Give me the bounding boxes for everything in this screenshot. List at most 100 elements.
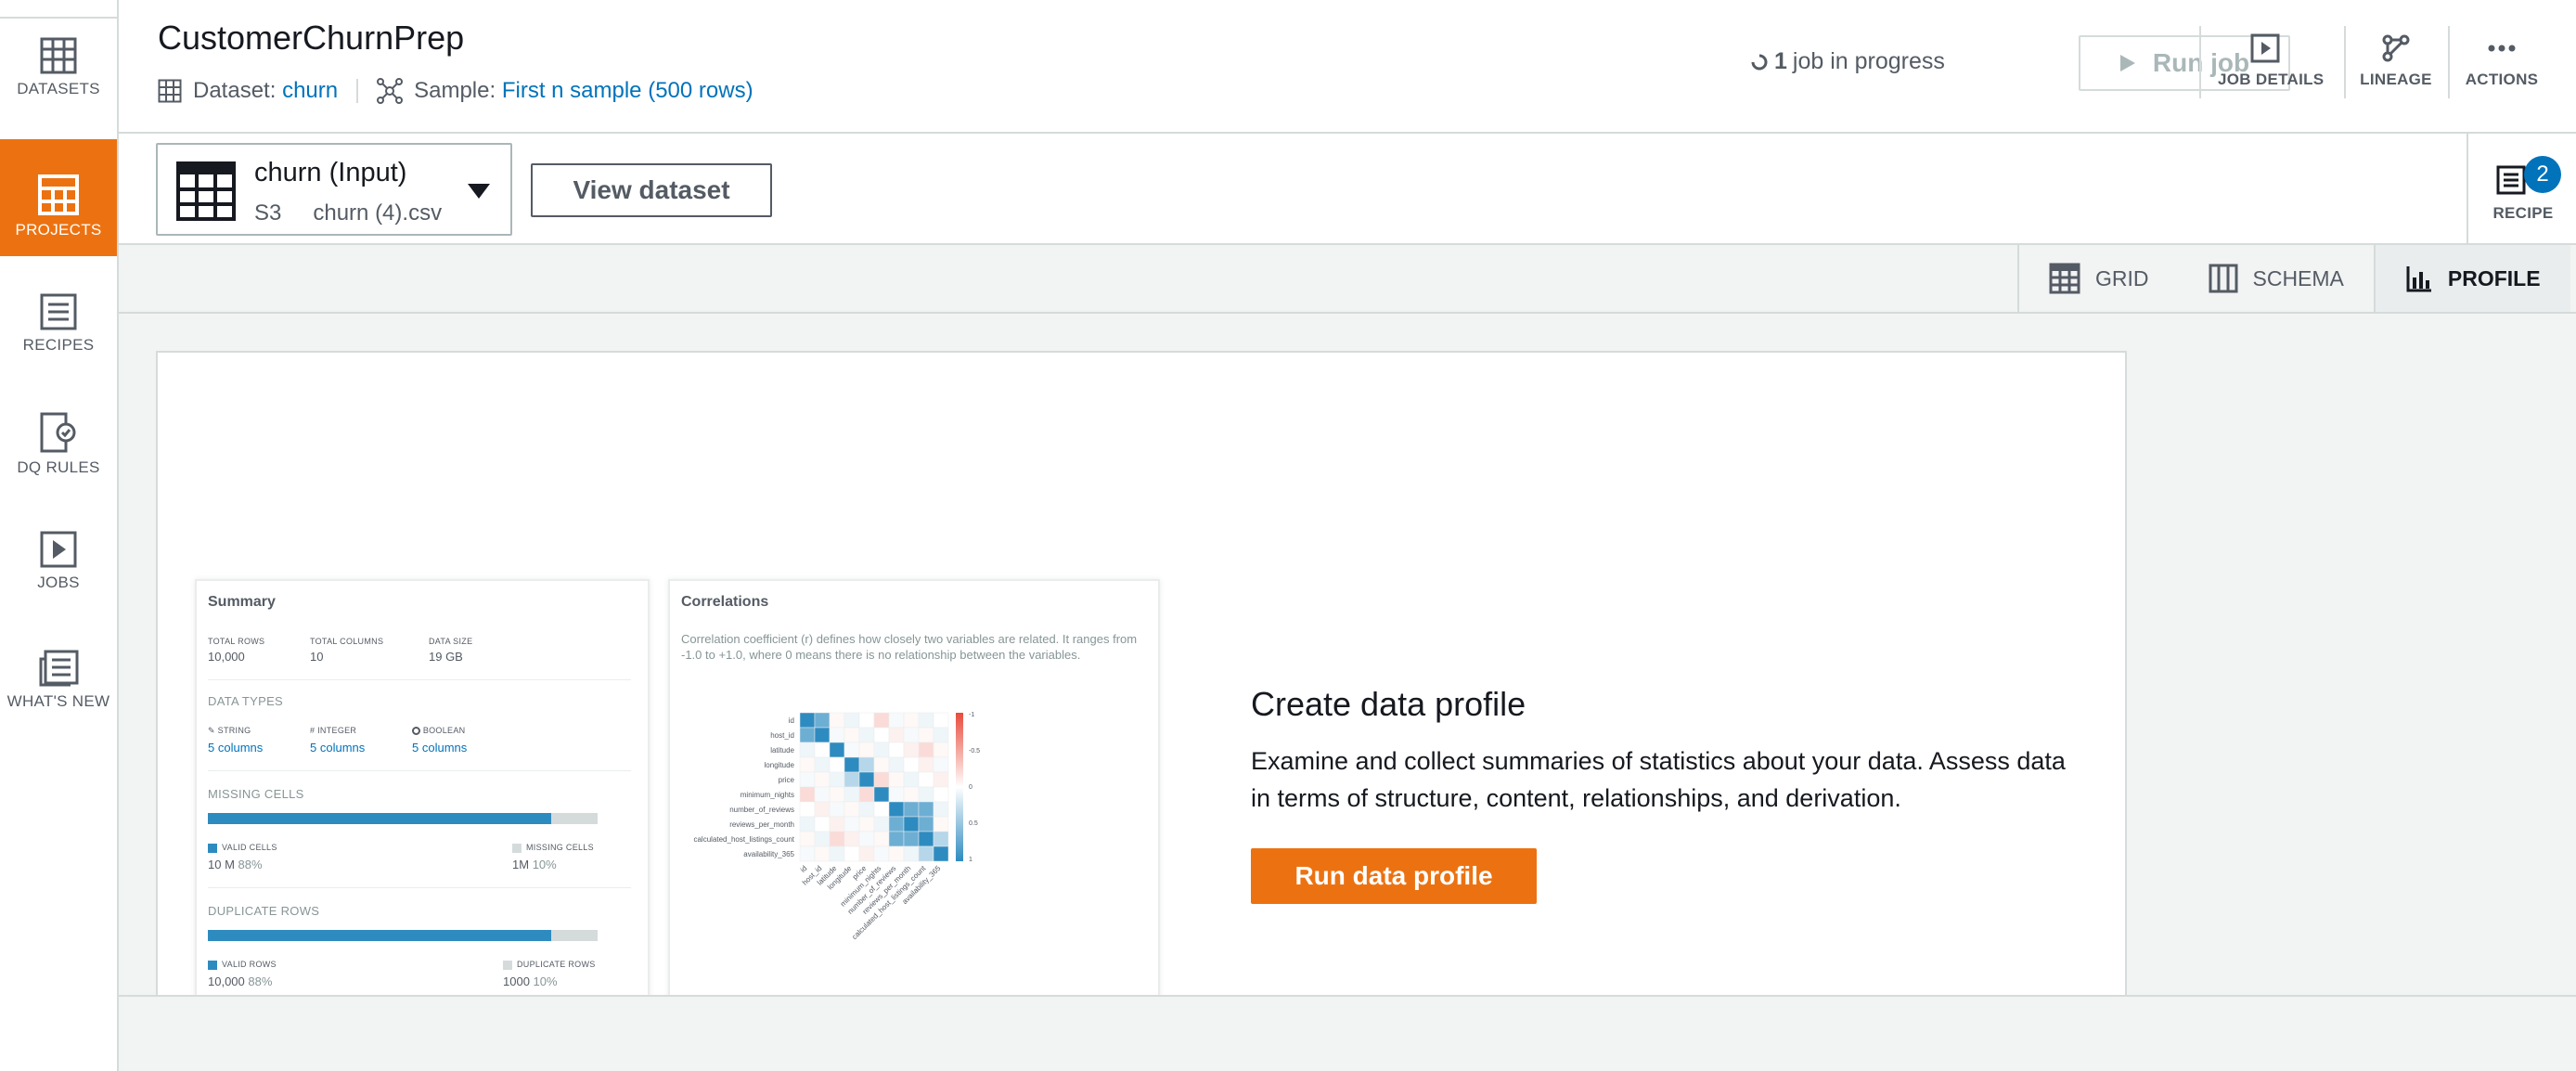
data-types-label: DATA TYPES xyxy=(208,694,284,708)
heatmap-cell xyxy=(799,771,816,788)
heatmap-cell xyxy=(829,816,845,832)
total-rows-value: 10,000 xyxy=(208,650,245,664)
heatmap-scale-label: 1 xyxy=(969,857,972,863)
nav-item-projects[interactable]: PROJECTS xyxy=(0,139,117,256)
heatmap-row-label: host_id xyxy=(770,731,794,740)
nav-label: PROJECTS xyxy=(15,221,102,239)
job-details-button[interactable]: JOB DETAILS xyxy=(2218,33,2324,89)
heatmap-row-label: price xyxy=(779,776,795,784)
heatmap-cell xyxy=(799,816,816,832)
heatmap-cell xyxy=(918,771,934,788)
dataset-name: churn (Input) xyxy=(254,158,407,187)
project-header: CustomerChurnPrep Dataset: churn Sample:… xyxy=(119,0,2576,134)
heatmap-cell xyxy=(933,801,949,818)
recipe-label: RECIPE xyxy=(2492,204,2554,222)
side-nav-top xyxy=(0,0,117,19)
data-size-label: DATA SIZE xyxy=(429,637,473,646)
heatmap-cell xyxy=(873,712,890,729)
tab-grid[interactable]: GRID xyxy=(2019,245,2179,312)
heatmap-cell xyxy=(933,712,949,729)
dataset-label: Dataset: xyxy=(193,78,277,103)
valid-rows-value: 10,000 88% xyxy=(208,974,273,988)
job-progress-indicator[interactable]: 1 job in progress xyxy=(1750,48,1945,75)
caret-down-icon xyxy=(468,184,490,199)
create-profile-title: Create data profile xyxy=(1251,685,1526,723)
nav-item-whats-new[interactable]: WHAT'S NEW xyxy=(0,650,117,767)
header-divider xyxy=(2448,26,2450,98)
news-icon xyxy=(39,650,79,687)
dataset-toolbar: churn (Input) S3 churn (4).csv View datas… xyxy=(119,134,2576,245)
heatmap-cell xyxy=(858,742,875,758)
dataset-link[interactable]: churn xyxy=(282,78,338,104)
nav-item-dq-rules[interactable]: DQ RULES xyxy=(0,412,117,529)
heatmap-scale-label: -0.5 xyxy=(969,748,980,755)
heatmap-cell xyxy=(888,742,905,758)
spinner-icon xyxy=(1751,54,1768,70)
heatmap-cell xyxy=(829,742,845,758)
heatmap-cell xyxy=(873,801,890,818)
tab-label: SCHEMA xyxy=(2252,265,2344,290)
nav-label: DATASETS xyxy=(17,80,100,97)
heatmap-cell xyxy=(829,786,845,803)
heatmap-cell xyxy=(858,771,875,788)
missing-cells-bar xyxy=(208,813,598,824)
tab-schema[interactable]: SCHEMA xyxy=(2179,245,2374,312)
nav-item-datasets[interactable]: DATASETS xyxy=(0,37,117,154)
job-count: 1 xyxy=(1774,48,1787,74)
heatmap-cell xyxy=(888,727,905,743)
view-dataset-button[interactable]: View dataset xyxy=(531,163,772,217)
circle-icon xyxy=(412,727,420,736)
heatmap-cell xyxy=(888,756,905,773)
hash-icon: # xyxy=(310,726,316,735)
boolean-columns-link: 5 columns xyxy=(412,741,468,755)
lineage-label: LINEAGE xyxy=(2360,71,2432,88)
heatmap-cell xyxy=(933,742,949,758)
heatmap-cell xyxy=(903,756,920,773)
heatmap-cell xyxy=(814,816,831,832)
heatmap-cell xyxy=(918,786,934,803)
heatmap-cell xyxy=(844,786,860,803)
string-icon: ✎ xyxy=(208,726,215,735)
heatmap-cell xyxy=(888,801,905,818)
recipe-list-icon xyxy=(40,293,77,330)
heatmap-cell xyxy=(814,756,831,773)
heatmap-cell xyxy=(933,727,949,743)
heatmap-row-label: longitude xyxy=(765,761,795,769)
heatmap-cell xyxy=(918,831,934,847)
tab-label: GRID xyxy=(2095,265,2149,290)
dq-rules-icon xyxy=(40,412,76,453)
sample-link[interactable]: First n sample (500 rows) xyxy=(502,78,753,104)
correlations-preview-card: Correlations Correlation coefficient (r)… xyxy=(668,579,1160,995)
dataset-selector[interactable]: churn (Input) S3 churn (4).csv xyxy=(156,143,512,236)
nav-item-jobs[interactable]: JOBS xyxy=(0,531,117,648)
heatmap-cell xyxy=(933,831,949,847)
heatmap-cell xyxy=(873,756,890,773)
actions-label: ACTIONS xyxy=(2465,71,2539,88)
heatmap-cell xyxy=(799,756,816,773)
heatmap-cell xyxy=(844,742,860,758)
lineage-button[interactable]: LINEAGE xyxy=(2357,33,2435,89)
heatmap-cell xyxy=(829,845,845,862)
nav-item-recipes[interactable]: RECIPES xyxy=(0,293,117,410)
recipe-count-badge: 2 xyxy=(2524,156,2561,193)
heatmap-cell xyxy=(888,845,905,862)
recipe-button[interactable]: 2 RECIPE xyxy=(2467,134,2576,243)
total-rows-label: TOTAL ROWS xyxy=(208,637,265,646)
heatmap-cell xyxy=(858,756,875,773)
page-title: CustomerChurnPrep xyxy=(158,19,465,57)
heatmap-cell xyxy=(799,712,816,729)
heatmap-cell xyxy=(888,712,905,729)
app-root: DATASETS PROJECTS RECIPES DQ RULES JOBS … xyxy=(0,0,2576,1071)
heatmap-cell xyxy=(799,801,816,818)
heatmap-cell xyxy=(844,831,860,847)
heatmap-cell xyxy=(903,742,920,758)
actions-button[interactable]: ACTIONS xyxy=(2457,33,2546,89)
run-data-profile-button[interactable]: Run data profile xyxy=(1251,848,1537,904)
heatmap-cell xyxy=(858,801,875,818)
heatmap-cell xyxy=(873,742,890,758)
tab-profile[interactable]: PROFILE xyxy=(2373,245,2570,312)
heatmap-cell xyxy=(829,756,845,773)
total-columns-value: 10 xyxy=(310,650,324,664)
duplicate-rows-bar xyxy=(208,930,598,941)
heatmap-cell xyxy=(858,786,875,803)
